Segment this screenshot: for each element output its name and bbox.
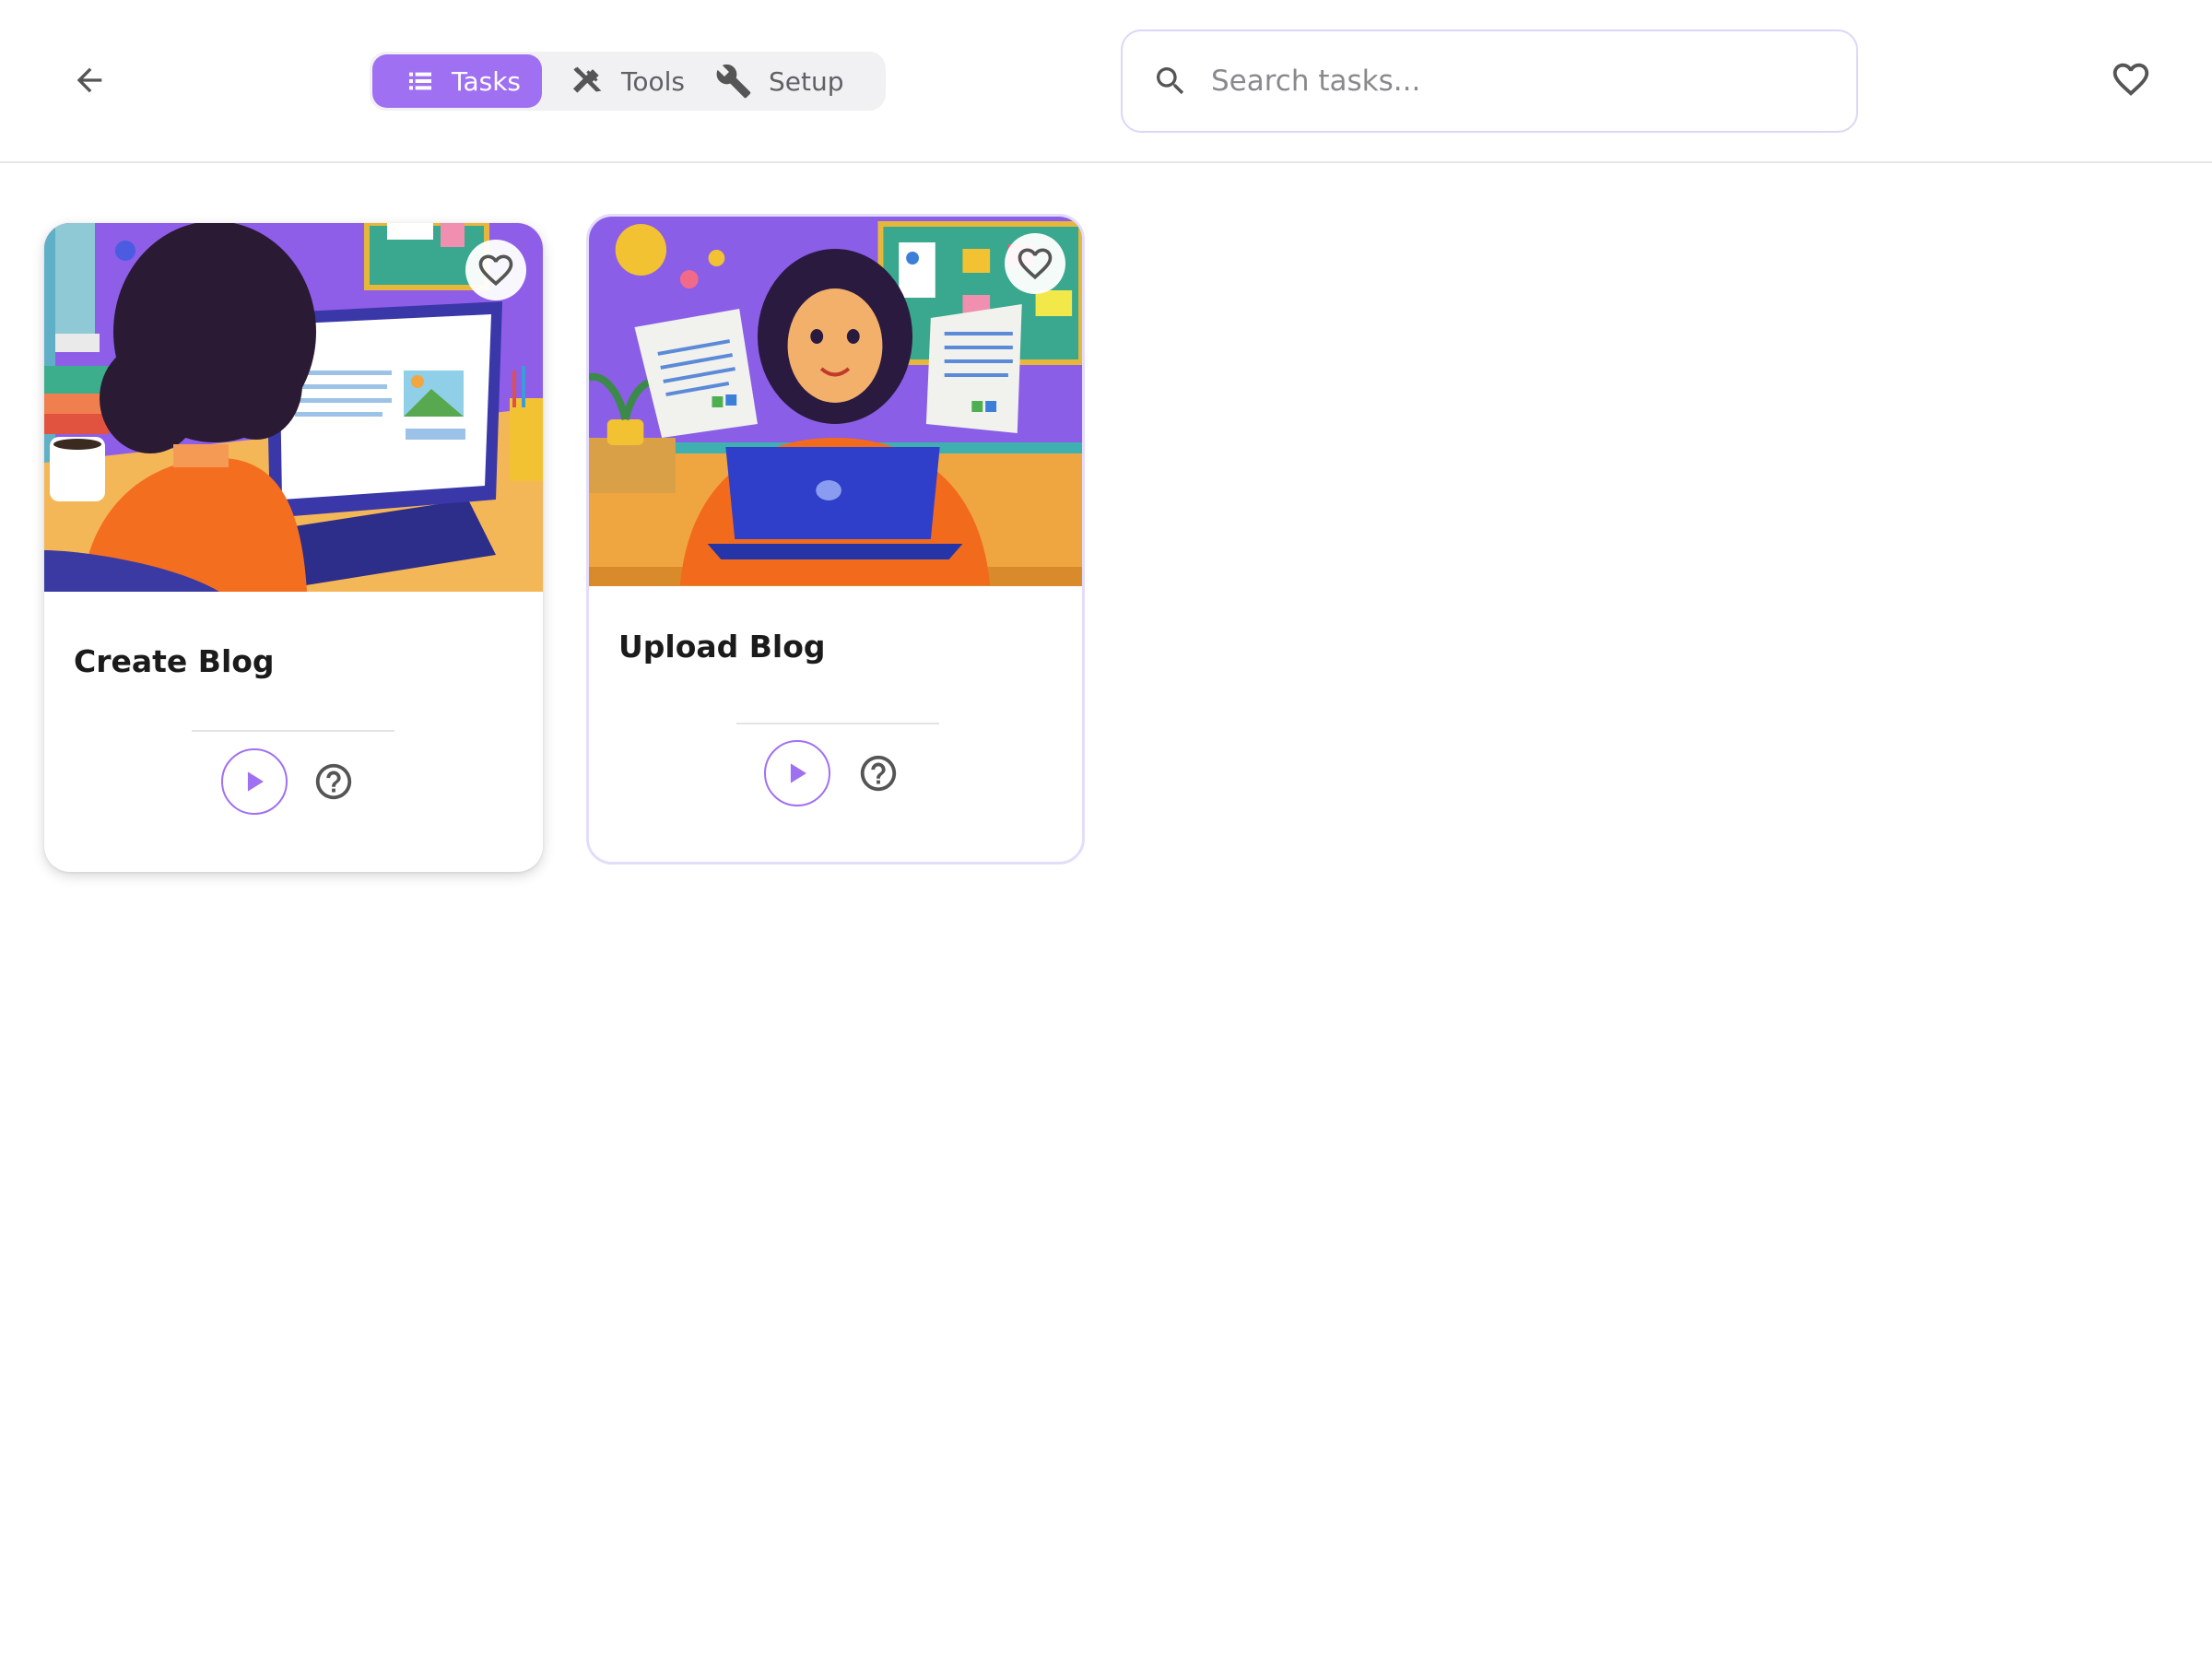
run-task-button[interactable]	[764, 740, 830, 806]
search-box	[1121, 29, 1858, 133]
tools-icon	[570, 64, 605, 99]
back-button[interactable]	[63, 53, 116, 107]
arrow-left-icon	[76, 67, 102, 93]
help-circle-icon	[315, 763, 352, 800]
tab-tools[interactable]: Tools	[542, 54, 708, 108]
search-input[interactable]	[1211, 65, 1801, 98]
favorites-button[interactable]	[2109, 57, 2153, 101]
card-title: Upload Blog	[618, 629, 826, 665]
help-button[interactable]	[856, 751, 900, 795]
card-title: Create Blog	[74, 643, 275, 679]
tab-label: Tasks	[452, 65, 522, 97]
run-task-button[interactable]	[221, 748, 288, 815]
card-favorite-button[interactable]	[465, 240, 526, 300]
tab-label: Tools	[621, 65, 685, 97]
search-icon	[1152, 63, 1189, 100]
heart-outline-icon	[478, 254, 513, 287]
card-divider	[192, 730, 394, 732]
view-tabs: Tasks Tools Setup	[370, 52, 886, 111]
help-circle-icon	[860, 755, 897, 792]
card-favorite-button[interactable]	[1005, 233, 1065, 294]
task-card-create-blog[interactable]: Create Blog	[44, 223, 543, 872]
heart-outline-icon	[1018, 248, 1053, 280]
tab-tasks[interactable]: Tasks	[372, 54, 542, 108]
play-icon	[790, 763, 806, 783]
card-divider	[736, 723, 939, 724]
help-button[interactable]	[312, 759, 356, 804]
top-bar: Tasks Tools Setup	[0, 0, 2212, 163]
list-icon	[406, 66, 435, 96]
heart-outline-icon	[2112, 63, 2149, 96]
task-card-upload-blog[interactable]: Upload Blog	[586, 214, 1085, 865]
tab-setup[interactable]: Setup	[708, 54, 874, 108]
wrench-icon	[715, 63, 752, 100]
play-icon	[247, 771, 264, 792]
tab-label: Setup	[769, 65, 844, 97]
